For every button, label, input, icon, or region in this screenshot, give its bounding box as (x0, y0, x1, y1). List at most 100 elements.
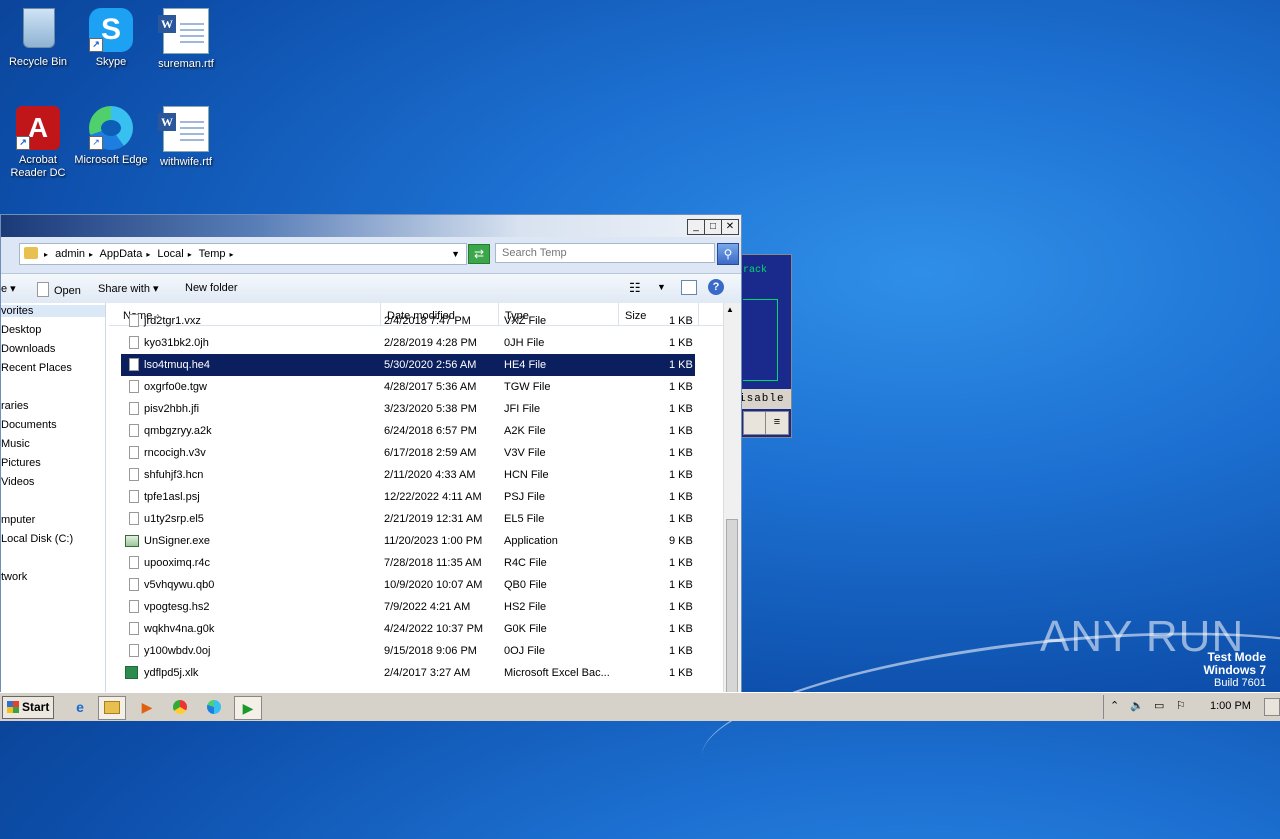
open-button[interactable]: Open (37, 282, 81, 297)
nav-item[interactable]: Local Disk (C:) (1, 533, 73, 545)
view-dropdown-icon[interactable]: ▼ (657, 282, 666, 292)
start-button[interactable]: Start (2, 696, 54, 719)
file-name: oxgrfo0e.tgw (144, 381, 207, 393)
scrollbar-thumb[interactable] (726, 519, 738, 693)
breadcrumb-temp[interactable]: Temp (199, 248, 226, 260)
desktop-icon-withwife[interactable]: W withwife.rtf (148, 98, 224, 169)
file-date: 2/11/2020 4:33 AM (384, 469, 476, 481)
desktop-icon-edge[interactable]: ↗ Microsoft Edge (73, 98, 149, 167)
nav-item[interactable]: mputer (1, 514, 35, 526)
organize-button[interactable]: e ▾ (1, 282, 16, 295)
file-type: Application (504, 535, 558, 547)
share-with-button[interactable]: Share with ▾ (98, 282, 159, 295)
file-type: Microsoft Excel Bac... (504, 667, 610, 679)
file-row[interactable]: oxgrfo0e.tgw 4/28/2017 5:36 AM TGW File 1 K… (121, 376, 695, 398)
file-icon (129, 556, 139, 569)
file-size: 1 KB (669, 491, 693, 503)
breadcrumb-local[interactable]: Local (157, 248, 183, 260)
file-row[interactable]: wqkhv4na.g0k 4/24/2022 10:37 PM G0K File 1 … (121, 618, 695, 640)
desktop-icon-recycle-bin[interactable]: Recycle Bin (0, 0, 76, 69)
recycle-bin-icon (16, 8, 60, 52)
file-row[interactable]: lso4tmuq.he4 5/30/2020 2:56 AM HE4 File 1 K… (121, 354, 695, 376)
close-button[interactable]: ✕ (721, 219, 739, 235)
network-icon[interactable]: ▭ (1154, 699, 1164, 712)
minimize-button[interactable]: _ (687, 219, 705, 235)
nav-item[interactable]: Recent Places (1, 362, 72, 374)
breadcrumb-admin[interactable]: admin (55, 248, 85, 260)
background-app-window[interactable]: rack isable ≡ (738, 254, 792, 438)
file-row[interactable]: y100wbdv.0oj 9/15/2018 9:06 PM 0OJ File 1 K… (121, 640, 695, 662)
help-icon[interactable]: ? (708, 279, 724, 295)
nav-item[interactable]: Desktop (1, 324, 41, 336)
file-type: V3V File (504, 447, 546, 459)
desktop-icon-label: sureman.rtf (158, 58, 214, 70)
nav-item[interactable]: twork (1, 571, 27, 583)
application-icon (125, 535, 139, 547)
file-row[interactable]: ydflpd5j.xlk 2/4/2017 3:27 AM Microsoft Ex… (121, 662, 695, 684)
clock[interactable]: 1:00 PM (1210, 700, 1251, 712)
maximize-button[interactable]: □ (704, 219, 722, 235)
file-date: 3/23/2020 5:38 PM (384, 403, 477, 415)
bg-window-button[interactable] (743, 411, 767, 435)
nav-item[interactable]: Pictures (1, 457, 41, 469)
file-row[interactable]: upooximq.r4c 7/28/2018 11:35 AM R4C File 1 … (121, 552, 695, 574)
breadcrumb[interactable]: ▸ admin ▸ AppData ▸ Local ▸ Temp ▸ ▼ (19, 243, 467, 265)
file-list: Name ˄ Date modified Type Size jrd2tgr1.… (109, 303, 723, 693)
breadcrumb-appdata[interactable]: AppData (100, 248, 143, 260)
file-row[interactable]: shfuhjf3.hcn 2/11/2020 4:33 AM HCN File 1 K… (121, 464, 695, 486)
nav-item[interactable]: Documents (1, 419, 57, 431)
vertical-scrollbar[interactable]: ▲ (723, 303, 741, 693)
action-center-flag-icon[interactable]: ⚐ (1176, 699, 1186, 712)
media-player-icon[interactable]: ▶ (134, 696, 160, 718)
file-row[interactable]: tpfe1asl.psj 12/22/2022 4:11 AM PSJ File 1 … (121, 486, 695, 508)
preview-pane-icon[interactable] (681, 280, 697, 295)
file-row[interactable]: jrd2tgr1.vxz 2/4/2018 7:47 PM VXZ File 1 KB (121, 310, 695, 332)
file-row[interactable]: vpogtesg.hs2 7/9/2022 4:21 AM HS2 File 1 KB (121, 596, 695, 618)
nav-item[interactable]: Music (1, 438, 30, 450)
desktop-icon-sureman[interactable]: W sureman.rtf (148, 0, 224, 71)
nav-item[interactable]: Downloads (1, 343, 55, 355)
file-row[interactable]: qmbgzryy.a2k 6/24/2018 6:57 PM A2K File 1 K… (121, 420, 695, 442)
unsigner-app-icon[interactable]: ▶ (234, 696, 262, 720)
file-row[interactable]: v5vhqywu.qb0 10/9/2020 10:07 AM QB0 File 1 … (121, 574, 695, 596)
desktop-icon-skype[interactable]: S ↗ Skype (73, 0, 149, 69)
new-folder-button[interactable]: New folder (185, 282, 238, 294)
file-icon (129, 512, 139, 525)
file-row[interactable]: UnSigner.exe 11/20/2023 1:00 PM Applicatio… (121, 530, 695, 552)
title-bar[interactable]: _ □ ✕ (1, 215, 741, 237)
search-icon[interactable]: ⚲ (717, 243, 739, 265)
file-name: u1ty2srp.el5 (144, 513, 204, 525)
file-row[interactable]: rncocigh.v3v 6/17/2018 2:59 AM V3V File 1 K… (121, 442, 695, 464)
show-hidden-icons-icon[interactable]: ⌃ (1110, 699, 1119, 712)
content-area: vorites Desktop Downloads Recent Places rari… (1, 303, 741, 693)
address-dropdown-icon[interactable]: ▼ (451, 244, 460, 264)
file-size: 9 KB (669, 535, 693, 547)
internet-explorer-icon[interactable]: e (67, 696, 93, 718)
file-size: 1 KB (669, 381, 693, 393)
scroll-up-icon[interactable]: ▲ (726, 305, 734, 314)
file-date: 7/9/2022 4:21 AM (384, 601, 471, 613)
bg-window-menu-button[interactable]: ≡ (765, 411, 789, 435)
nav-item[interactable]: raries (1, 400, 29, 412)
file-size: 1 KB (669, 645, 693, 657)
search-input[interactable] (495, 243, 715, 263)
nav-item[interactable]: Videos (1, 476, 34, 488)
file-row[interactable]: pisv2hbh.jfi 3/23/2020 5:38 PM JFI File 1 K… (121, 398, 695, 420)
chrome-icon[interactable] (167, 696, 193, 718)
file-name: pisv2hbh.jfi (144, 403, 200, 415)
desktop-icon-acrobat[interactable]: A ↗ Acrobat Reader DC (0, 98, 76, 180)
file-size: 1 KB (669, 337, 693, 349)
file-type: HCN File (504, 469, 549, 481)
file-icon (129, 490, 139, 503)
file-type: 0JH File (504, 337, 545, 349)
refresh-button[interactable]: ⇄ (468, 244, 490, 264)
view-options-icon[interactable]: ☷ (629, 280, 641, 296)
file-row[interactable]: u1ty2srp.el5 2/21/2019 12:31 AM EL5 File 1 … (121, 508, 695, 530)
nav-item[interactable]: vorites (1, 305, 105, 317)
file-size: 1 KB (669, 513, 693, 525)
file-row[interactable]: kyo31bk2.0jh 2/28/2019 4:28 PM 0JH File 1 K… (121, 332, 695, 354)
edge-taskbar-icon[interactable] (201, 696, 227, 718)
file-explorer-taskbar-icon[interactable] (98, 696, 126, 720)
show-desktop-button[interactable] (1264, 698, 1280, 716)
volume-icon[interactable]: 🔈 (1130, 699, 1144, 712)
